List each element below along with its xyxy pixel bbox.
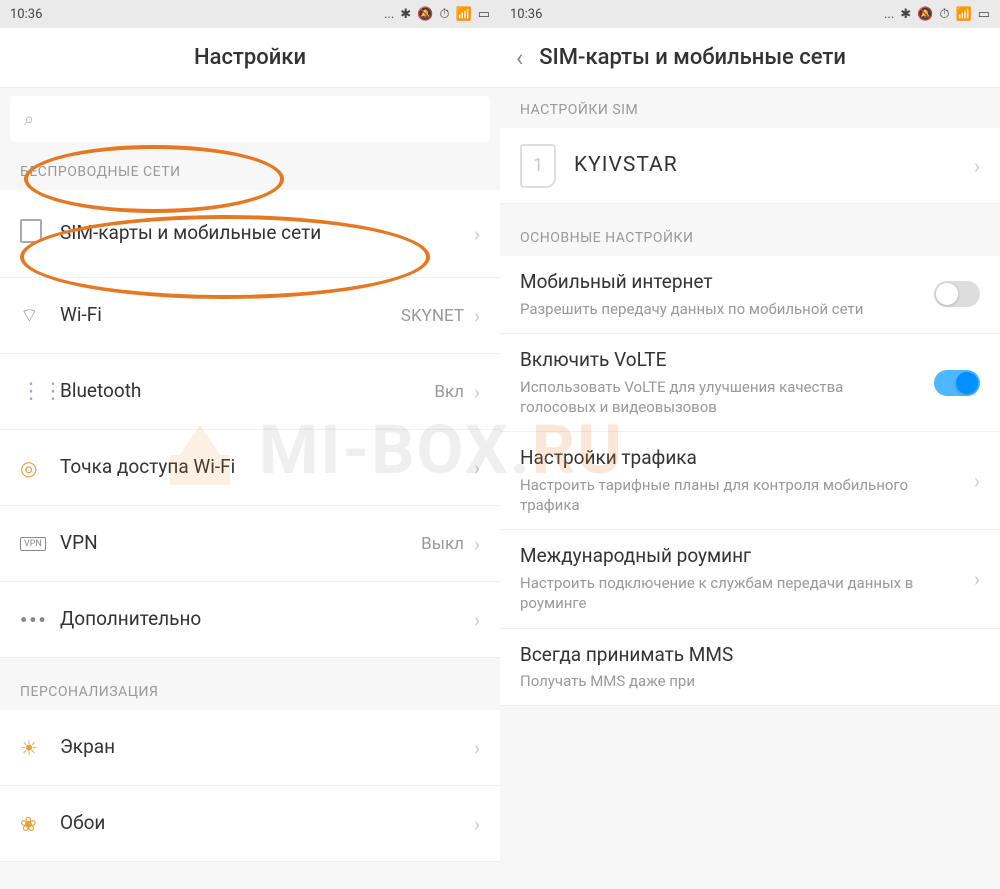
item-roaming[interactable]: Международный роуминг Настроить подключе… [500, 530, 1000, 628]
bluetooth-status-icon: ✱ [400, 7, 411, 22]
item-wallpaper[interactable]: ❀ Обои › [0, 786, 500, 862]
item-title: Настройки трафика [520, 446, 962, 471]
sim-icon [20, 219, 60, 248]
signal-icon: 📶 [956, 7, 972, 22]
sim-name: KYIVSTAR [574, 152, 962, 179]
item-mobile-data[interactable]: Мобильный интернет Разрешить передачу да… [500, 256, 1000, 334]
mute-icon: 🔕 [417, 7, 433, 22]
item-wifi[interactable]: ⌔ Wi-Fi SKYNET › [0, 278, 500, 354]
item-bluetooth[interactable]: ⋮⋮ Bluetooth Вкл › [0, 354, 500, 430]
mobile-data-toggle[interactable] [934, 281, 980, 307]
wireless-list: SIM-карты и мобильные сети › ⌔ Wi-Fi SKY… [0, 190, 500, 658]
chevron-icon: › [474, 380, 480, 404]
alarm-icon: ⏱ [439, 7, 449, 22]
status-bar: 10:36 ... ✱ 🔕 ⏱ 📶 ▭ [0, 0, 500, 28]
item-title: Включить VoLTE [520, 348, 922, 373]
item-subtitle: Использовать VoLTE для улучшения качеств… [520, 377, 922, 418]
status-icons: ... ✱ 🔕 ⏱ 📶 ▭ [384, 7, 490, 22]
chevron-icon: › [474, 304, 480, 328]
search-bar[interactable]: ⌕ [10, 96, 490, 142]
chevron-icon: › [974, 469, 980, 493]
vpn-icon: VPN [20, 537, 60, 551]
sim-card-icon: 1 [520, 144, 556, 188]
item-title: Мобильный интернет [520, 270, 922, 295]
bluetooth-status-icon: ✱ [900, 7, 911, 22]
display-icon: ☀ [20, 736, 60, 760]
chevron-icon: › [474, 608, 480, 632]
chevron-icon: › [474, 736, 480, 760]
item-title: Точка доступа Wi-Fi [60, 455, 474, 480]
page-title: Настройки [194, 45, 306, 70]
status-time: 10:36 [10, 7, 42, 22]
item-hotspot[interactable]: ◎ Точка доступа Wi-Fi › [0, 430, 500, 506]
item-subtitle: Настроить подключение к службам передачи… [520, 573, 962, 614]
section-wireless-header: БЕСПРОВОДНЫЕ СЕТИ [0, 150, 500, 190]
signal-icon: 📶 [456, 7, 472, 22]
page-title: SIM-карты и мобильные сети [539, 45, 846, 70]
search-icon: ⌕ [24, 109, 34, 130]
wallpaper-icon: ❀ [20, 812, 60, 836]
chevron-icon: › [474, 812, 480, 836]
chevron-icon: › [974, 154, 980, 178]
item-title: Обои [60, 811, 474, 836]
item-traffic[interactable]: Настройки трафика Настроить тарифные пла… [500, 432, 1000, 530]
more-icon: ... [884, 7, 894, 22]
status-icons: ... ✱ 🔕 ⏱ 📶 ▭ [884, 7, 990, 22]
item-subtitle: Настроить тарифные планы для контроля мо… [520, 475, 962, 516]
item-value: SKYNET [401, 306, 464, 326]
item-title: VPN [60, 531, 421, 556]
bluetooth-icon: ⋮⋮ [20, 379, 60, 404]
volte-toggle[interactable] [934, 370, 980, 396]
screen-settings: 10:36 ... ✱ 🔕 ⏱ 📶 ▭ Настройки ⌕ БЕСПРОВО… [0, 0, 500, 889]
section-personalization-header: ПЕРСОНАЛИЗАЦИЯ [0, 670, 500, 710]
back-button[interactable]: ‹ [516, 44, 523, 72]
wifi-icon: ⌔ [20, 303, 60, 328]
chevron-icon: › [474, 532, 480, 556]
item-value: Выкл [421, 534, 464, 554]
item-display[interactable]: ☀ Экран › [0, 710, 500, 786]
item-volte[interactable]: Включить VoLTE Использовать VoLTE для ул… [500, 334, 1000, 432]
sim-list: 1 KYIVSTAR › [500, 128, 1000, 204]
header: Настройки [0, 28, 500, 88]
item-title: Bluetooth [60, 379, 434, 404]
item-title: Экран [60, 735, 474, 760]
mute-icon: 🔕 [917, 7, 933, 22]
chevron-icon: › [474, 456, 480, 480]
item-sim-cards[interactable]: SIM-карты и мобильные сети › [0, 190, 500, 278]
item-title: Дополнительно [60, 607, 474, 632]
chevron-icon: › [474, 222, 480, 246]
alarm-icon: ⏱ [939, 7, 949, 22]
item-more[interactable]: ••• Дополнительно › [0, 582, 500, 658]
battery-icon: ▭ [978, 7, 990, 22]
item-title: Wi-Fi [60, 303, 401, 328]
more-icon: ••• [20, 608, 60, 632]
status-time: 10:36 [510, 7, 542, 22]
item-mms[interactable]: Всегда принимать MMS Получать MMS даже п… [500, 629, 1000, 707]
status-bar: 10:36 ... ✱ 🔕 ⏱ 📶 ▭ [500, 0, 1000, 28]
screen-sim-settings: 10:36 ... ✱ 🔕 ⏱ 📶 ▭ ‹ SIM-карты и мобиль… [500, 0, 1000, 889]
item-sim-kyivstar[interactable]: 1 KYIVSTAR › [500, 128, 1000, 204]
more-icon: ... [384, 7, 394, 22]
main-settings-list: Мобильный интернет Разрешить передачу да… [500, 256, 1000, 706]
personalization-list: ☀ Экран › ❀ Обои › [0, 710, 500, 862]
item-title: Всегда принимать MMS [520, 643, 968, 668]
section-main-header: ОСНОВНЫЕ НАСТРОЙКИ [500, 216, 1000, 256]
battery-icon: ▭ [478, 7, 490, 22]
header: ‹ SIM-карты и мобильные сети [500, 28, 1000, 88]
section-sim-header: НАСТРОЙКИ SIM [500, 88, 1000, 128]
item-subtitle: Разрешить передачу данных по мобильной с… [520, 299, 922, 319]
item-title: Международный роуминг [520, 544, 962, 569]
item-vpn[interactable]: VPN VPN Выкл › [0, 506, 500, 582]
item-title: SIM-карты и мобильные сети [60, 221, 474, 246]
chevron-icon: › [974, 567, 980, 591]
hotspot-icon: ◎ [20, 456, 60, 480]
item-subtitle: Получать MMS даже при [520, 671, 968, 691]
item-value: Вкл [434, 382, 464, 402]
